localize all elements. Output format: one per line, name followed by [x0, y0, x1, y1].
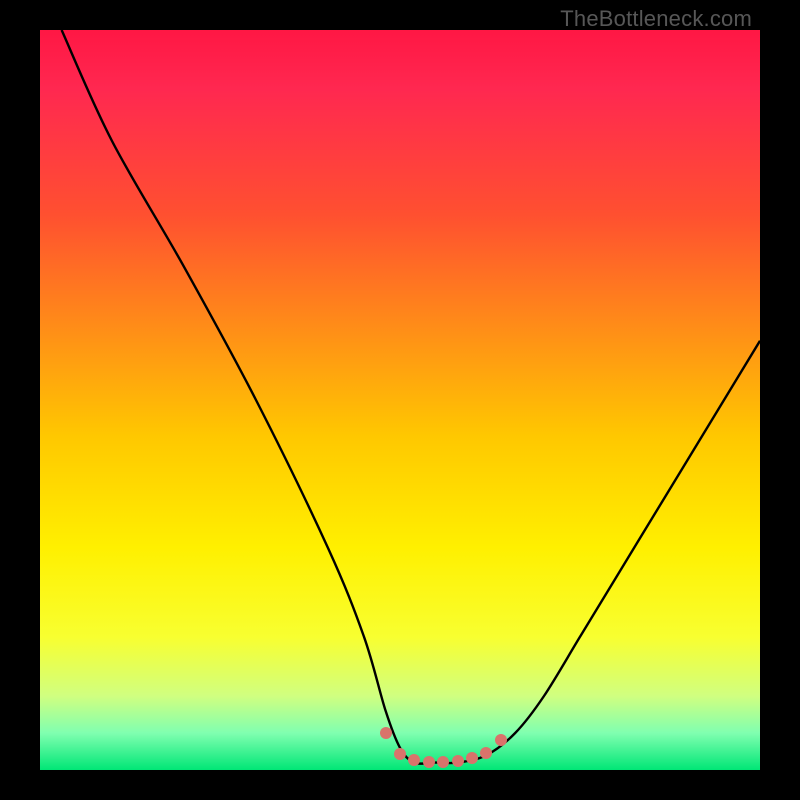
- chart-marker: [380, 727, 392, 739]
- chart-marker: [466, 752, 478, 764]
- chart-marker: [437, 756, 449, 768]
- chart-marker: [480, 747, 492, 759]
- bottleneck-curve: [62, 30, 760, 764]
- chart-marker: [394, 748, 406, 760]
- chart-marker: [452, 755, 464, 767]
- chart-marker: [495, 734, 507, 746]
- chart-marker: [408, 754, 420, 766]
- chart-marker: [423, 756, 435, 768]
- chart-svg: [40, 30, 760, 770]
- watermark-text: TheBottleneck.com: [560, 6, 752, 32]
- chart-frame: [40, 30, 760, 770]
